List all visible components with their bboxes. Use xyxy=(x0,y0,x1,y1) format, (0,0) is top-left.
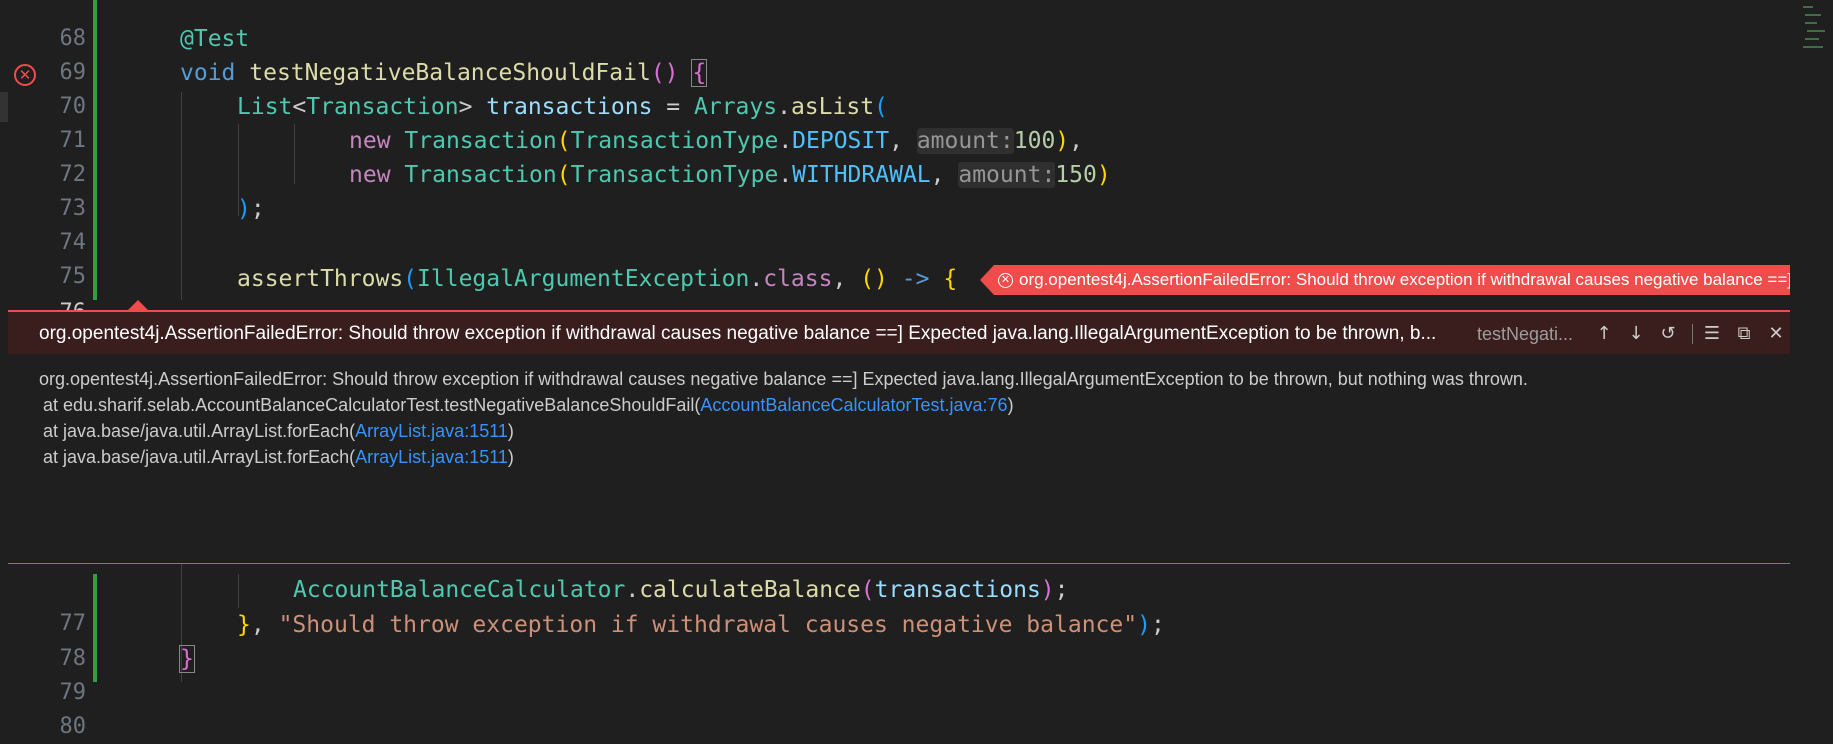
line-number: 80 xyxy=(59,714,87,739)
close-icon[interactable]: ✕ xyxy=(1764,322,1788,346)
variable-token: transactions xyxy=(874,577,1041,603)
inline-error-message[interactable]: ✕ org.opentest4j.AssertionFailedError: Sh… xyxy=(980,265,1790,295)
error-message: org.opentest4j.AssertionFailedError: Sho… xyxy=(39,369,1528,389)
code-line: 74 ); xyxy=(0,192,1790,255)
code-line: 71 List<Transaction> transactions = Arra… xyxy=(0,90,1790,153)
minimap[interactable] xyxy=(1799,0,1825,60)
frame-text: ) xyxy=(507,447,514,467)
type-token: TransactionType xyxy=(570,128,779,154)
peek-body: org.opentest4j.AssertionFailedError: Sho… xyxy=(8,354,1790,564)
error-icon: ✕ xyxy=(998,273,1013,289)
keyword-token: new xyxy=(349,128,391,154)
parameter-hint: amount: xyxy=(958,162,1056,188)
stack-link[interactable]: ArrayList.java:1511 xyxy=(355,447,508,467)
arrow-down-icon[interactable]: ↓ xyxy=(1624,322,1648,346)
code-line: 68 xyxy=(0,0,1790,51)
stack-frame: at edu.sharif.selab.AccountBalanceCalcul… xyxy=(43,395,1014,416)
peek-title: org.opentest4j.AssertionFailedError: Sho… xyxy=(39,323,1437,344)
peek-header: org.opentest4j.AssertionFailedError: Sho… xyxy=(8,310,1790,356)
peek-file-label: testNegati... xyxy=(1477,324,1574,344)
frame-text: at java.base/java.util.ArrayList.forEach… xyxy=(43,421,356,441)
type-token: Transaction xyxy=(306,94,459,120)
keyword-token: new xyxy=(349,162,391,188)
stack-frame: at java.base/java.util.ArrayList.forEach… xyxy=(43,447,514,468)
keyword-token: class xyxy=(763,266,833,292)
stack-link[interactable]: ArrayList.java:1511 xyxy=(355,421,508,441)
frame-text: ) xyxy=(507,421,514,441)
number-token: 100 xyxy=(1013,128,1056,154)
history-icon[interactable]: ↺ xyxy=(1656,322,1680,346)
method-name-token: testNegativeBalanceShouldFail xyxy=(249,60,651,86)
type-token: IllegalArgumentException xyxy=(417,266,750,292)
string-token: "Should throw exception if withdrawal ca… xyxy=(278,612,1138,638)
code-line: 78 }, "Should throw exception if withdra… xyxy=(0,608,1790,671)
arrow-up-icon[interactable]: ↑ xyxy=(1592,322,1616,346)
code-line: 69 @Test xyxy=(0,22,1790,85)
constant-token: WITHDRAWAL xyxy=(792,162,931,188)
code-line: 77 AccountBalanceCalculator.calculateBal… xyxy=(0,573,1790,636)
toolbar-separator xyxy=(1692,324,1693,344)
stack-frame: at java.base/java.util.ArrayList.forEach… xyxy=(43,421,514,442)
type-token: Transaction xyxy=(404,162,557,188)
code-line: 79 } xyxy=(0,642,1790,705)
clear-all-icon[interactable]: ☰ xyxy=(1700,322,1724,346)
annotation-token: @Test xyxy=(180,26,250,52)
method-token: asList xyxy=(790,94,875,120)
frame-text: ) xyxy=(1007,395,1014,415)
code-line: 73 new Transaction(TransactionType.WITHD… xyxy=(0,158,1790,221)
stack-link[interactable]: AccountBalanceCalculatorTest.java:76 xyxy=(700,395,1007,415)
code-line: 80 xyxy=(0,676,1790,739)
type-token: AccountBalanceCalculator xyxy=(293,577,626,603)
keyword-token: void xyxy=(180,60,236,86)
type-token: Transaction xyxy=(404,128,557,154)
code-line: 75 xyxy=(0,226,1790,289)
number-token: 150 xyxy=(1055,162,1097,188)
method-token: assertThrows xyxy=(237,266,404,292)
frame-text: at java.base/java.util.ArrayList.forEach… xyxy=(43,447,356,467)
type-token: TransactionType xyxy=(570,162,779,188)
type-token: List xyxy=(237,94,293,120)
inline-error-text: org.opentest4j.AssertionFailedError: Sho… xyxy=(1019,270,1790,289)
method-token: calculateBalance xyxy=(639,577,861,603)
open-in-editor-icon[interactable]: ⧉ xyxy=(1732,322,1756,346)
type-token: Arrays xyxy=(694,94,778,120)
frame-text: at edu.sharif.selab.AccountBalanceCalcul… xyxy=(43,395,701,415)
code-line: 72 new Transaction(TransactionType.DEPOS… xyxy=(0,124,1790,187)
code-line: 70 void testNegativeBalanceShouldFail() … xyxy=(0,56,1790,119)
parameter-hint: amount: xyxy=(916,128,1014,154)
constant-token: DEPOSIT xyxy=(792,128,890,154)
variable-token: transactions xyxy=(486,94,653,120)
